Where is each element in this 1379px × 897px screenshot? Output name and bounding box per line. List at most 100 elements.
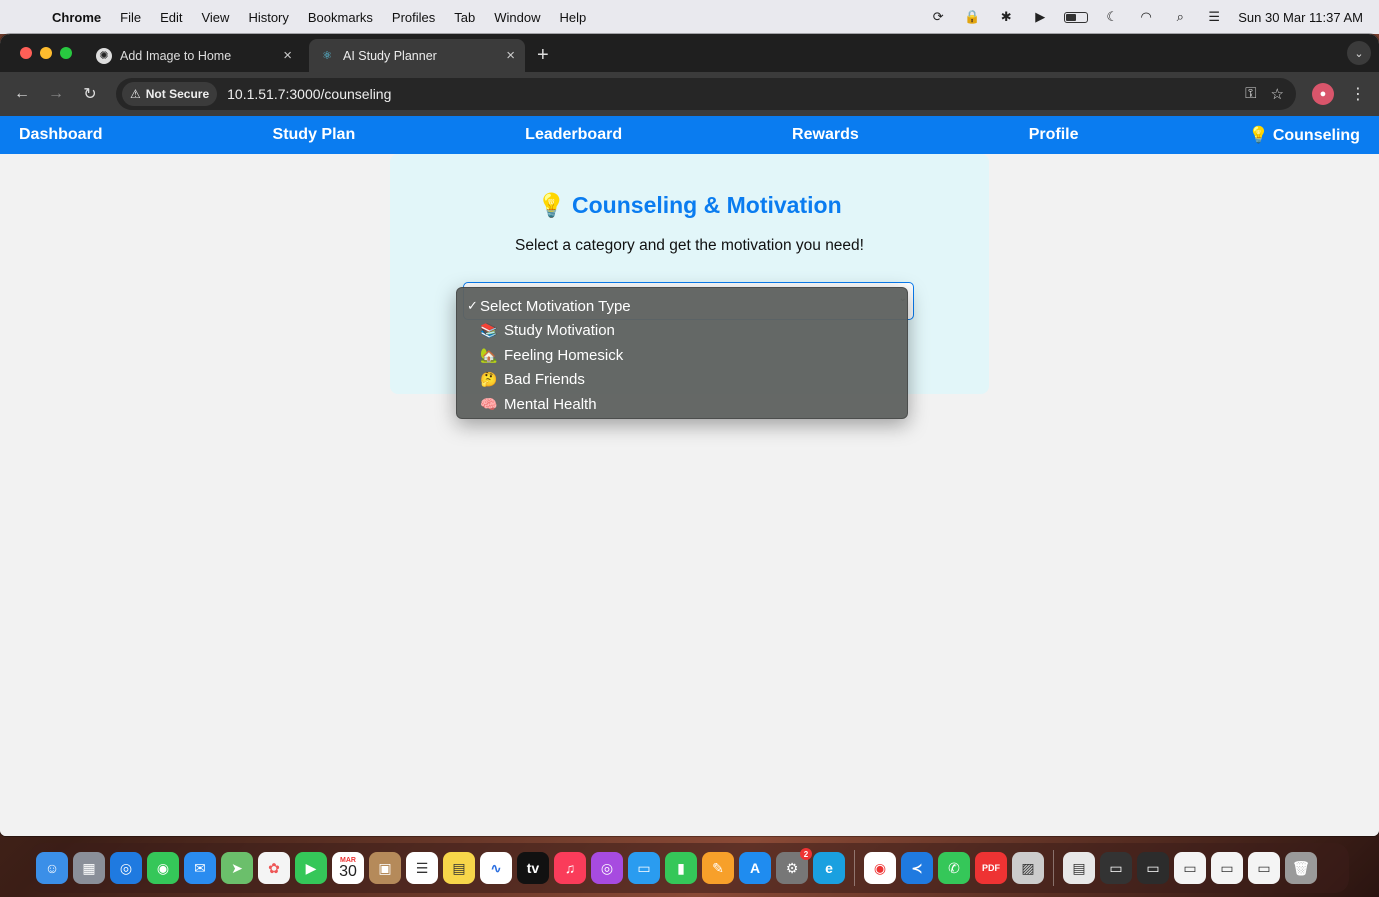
maps-icon[interactable]: ➤: [221, 852, 253, 884]
option-study-motivation[interactable]: 📚 Study Motivation: [457, 319, 907, 344]
window-thumbnail-icon[interactable]: ▭: [1248, 852, 1280, 884]
page-title: 💡 Counseling & Motivation: [390, 192, 989, 219]
facetime-icon[interactable]: ▶: [295, 852, 327, 884]
new-tab-button[interactable]: +: [537, 44, 549, 67]
trash-icon[interactable]: 🗑: [1285, 852, 1317, 884]
chrome-icon[interactable]: ◉: [864, 852, 896, 884]
messages-icon[interactable]: ◉: [147, 852, 179, 884]
minimize-window-button[interactable]: [40, 47, 52, 59]
close-window-button[interactable]: [20, 47, 32, 59]
photos-icon[interactable]: ✿: [258, 852, 290, 884]
address-bar[interactable]: ⚠ Not Secure 10.1.51.7:3000/counseling ⚿…: [116, 78, 1296, 110]
whatsapp-icon[interactable]: ✆: [938, 852, 970, 884]
wifi-icon[interactable]: ◠: [1136, 9, 1156, 25]
option-select-motivation-type[interactable]: ✓ Select Motivation Type: [457, 294, 907, 319]
close-tab-icon[interactable]: ×: [283, 47, 292, 64]
document-thumbnail-icon[interactable]: ▤: [1063, 852, 1095, 884]
numbers-icon[interactable]: ▮: [665, 852, 697, 884]
menu-help[interactable]: Help: [560, 10, 587, 25]
moon-icon[interactable]: ☾: [1102, 9, 1122, 25]
window-thumbnail-icon[interactable]: ▭: [1137, 852, 1169, 884]
control-center-icon[interactable]: ☰: [1204, 9, 1224, 25]
app-menu-chrome[interactable]: Chrome: [52, 10, 101, 25]
chrome-menu-icon[interactable]: ⋮: [1350, 84, 1366, 104]
window-thumbnail-icon[interactable]: ▭: [1174, 852, 1206, 884]
menu-profiles[interactable]: Profiles: [392, 10, 435, 25]
fullscreen-window-button[interactable]: [60, 47, 72, 59]
menu-file[interactable]: File: [120, 10, 141, 25]
browser-toolbar: ← → ↻ ⚠ Not Secure 10.1.51.7:3000/counse…: [0, 72, 1379, 116]
pages-icon[interactable]: ✎: [702, 852, 734, 884]
brain-icon: 🧠: [480, 395, 498, 412]
safari-icon[interactable]: ◎: [110, 852, 142, 884]
warning-icon: ⚠: [130, 87, 141, 101]
react-icon: ⚛: [322, 50, 332, 62]
option-bad-friends[interactable]: 🤔 Bad Friends: [457, 368, 907, 393]
window-thumbnail-icon[interactable]: ▭: [1100, 852, 1132, 884]
keynote-icon[interactable]: ▭: [628, 852, 660, 884]
sync-icon[interactable]: ⟳: [928, 9, 948, 25]
contacts-icon[interactable]: ▣: [369, 852, 401, 884]
nav-counseling[interactable]: 💡 Counseling: [1248, 125, 1359, 145]
spotlight-search-icon[interactable]: ⌕: [1170, 9, 1190, 25]
podcasts-icon[interactable]: ◎: [591, 852, 623, 884]
system-settings-icon[interactable]: ⚙ 2: [776, 848, 812, 884]
preview-icon[interactable]: ▨: [1012, 852, 1044, 884]
launchpad-icon[interactable]: ▦: [73, 852, 105, 884]
notes-icon[interactable]: ▤: [443, 852, 475, 884]
app-store-icon[interactable]: A: [739, 852, 771, 884]
browser-window: ✺ Add Image to Home × ⚛ AI Study Planner…: [0, 34, 1379, 836]
tab-add-image-to-home[interactable]: ✺ Add Image to Home ×: [86, 39, 302, 72]
vscode-icon[interactable]: ≺: [901, 852, 933, 884]
play-icon[interactable]: ▶: [1030, 9, 1050, 25]
reload-icon[interactable]: ↻: [78, 82, 102, 106]
back-icon[interactable]: ←: [10, 82, 34, 106]
battery-icon[interactable]: [1064, 11, 1089, 23]
menu-tab[interactable]: Tab: [454, 10, 475, 25]
lock-icon[interactable]: 🔒: [962, 9, 982, 25]
menu-window[interactable]: Window: [494, 10, 540, 25]
bluetooth-icon[interactable]: ✱: [996, 9, 1016, 25]
pdf-app-icon[interactable]: PDF: [975, 852, 1007, 884]
music-icon[interactable]: ♫: [554, 852, 586, 884]
reminders-icon[interactable]: ☰: [406, 852, 438, 884]
nav-study-plan[interactable]: Study Plan: [273, 126, 356, 144]
nav-profile[interactable]: Profile: [1029, 126, 1079, 144]
freeform-icon[interactable]: ∿: [480, 852, 512, 884]
forward-icon[interactable]: →: [44, 82, 68, 106]
menu-bookmarks[interactable]: Bookmarks: [308, 10, 373, 25]
url-text[interactable]: 10.1.51.7:3000/counseling: [227, 86, 391, 102]
menu-view[interactable]: View: [201, 10, 229, 25]
page-title-text: Counseling & Motivation: [572, 192, 842, 218]
profile-avatar[interactable]: ●: [1312, 83, 1334, 105]
page-subtitle: Select a category and get the motivation…: [515, 237, 864, 254]
dock: ☺ ▦ ◎ ◉ ✉ ➤ ✿ ▶ MAR 30 ▣ ☰ ▤ ∿ tv ♫ ◎ ▭ …: [30, 843, 1349, 893]
tab-ai-study-planner[interactable]: ⚛ AI Study Planner ×: [309, 39, 525, 72]
window-controls: [20, 47, 72, 59]
edge-icon[interactable]: e: [813, 852, 845, 884]
tab-search-button[interactable]: ⌄: [1347, 41, 1371, 65]
nav-leaderboard[interactable]: Leaderboard: [525, 126, 622, 144]
dock-separator: [854, 850, 855, 886]
house-icon: 🏡: [480, 346, 498, 363]
menu-edit[interactable]: Edit: [160, 10, 182, 25]
apple-tv-icon[interactable]: tv: [517, 852, 549, 884]
nav-dashboard[interactable]: Dashboard: [19, 126, 103, 144]
nav-rewards[interactable]: Rewards: [792, 126, 859, 144]
dock-separator: [1053, 850, 1054, 886]
books-icon: 📚: [480, 322, 498, 339]
window-thumbnail-icon[interactable]: ▭: [1211, 852, 1243, 884]
app-navbar: Dashboard Study Plan Leaderboard Rewards…: [0, 116, 1379, 154]
bookmark-star-icon[interactable]: ☆: [1271, 85, 1284, 103]
close-tab-icon[interactable]: ×: [506, 47, 515, 64]
lightbulb-icon: 💡: [537, 192, 567, 218]
menu-history[interactable]: History: [248, 10, 288, 25]
calendar-icon[interactable]: MAR 30: [332, 852, 364, 884]
mail-icon[interactable]: ✉: [184, 852, 216, 884]
finder-icon[interactable]: ☺: [36, 852, 68, 884]
option-feeling-homesick[interactable]: 🏡 Feeling Homesick: [457, 343, 907, 368]
security-indicator[interactable]: ⚠ Not Secure: [122, 82, 218, 106]
password-key-icon[interactable]: ⚿: [1245, 85, 1256, 103]
option-mental-health[interactable]: 🧠 Mental Health: [457, 392, 907, 417]
menubar-datetime[interactable]: Sun 30 Mar 11:37 AM: [1238, 10, 1363, 25]
